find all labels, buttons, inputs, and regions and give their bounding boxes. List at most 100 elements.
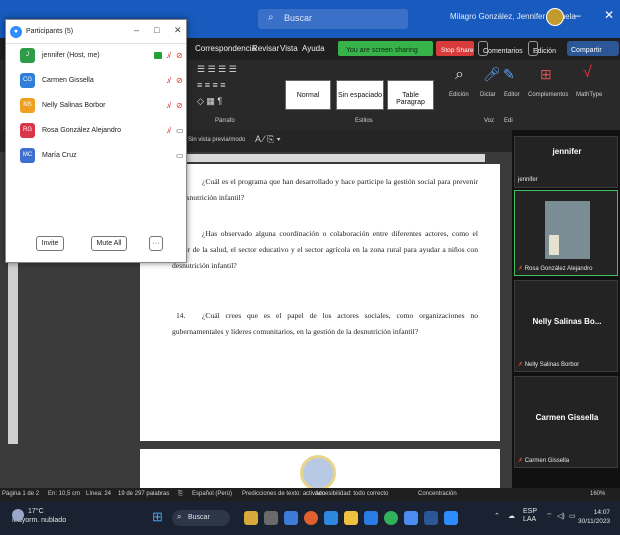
tab-ayuda[interactable]: Ayuda <box>302 44 325 53</box>
editing-group-label[interactable]: Edición <box>449 92 469 98</box>
invite-button[interactable]: Invite <box>36 236 64 251</box>
taskbar-app-icon[interactable] <box>364 511 378 525</box>
font-color-icon[interactable]: A ⁄ ⎘ ▾ <box>255 134 281 145</box>
word-icon[interactable] <box>424 511 438 525</box>
taskbar-app-icon[interactable] <box>304 511 318 525</box>
bullets-icon[interactable]: ☰ ☰ ☰ ☰ <box>197 64 237 75</box>
question-14-text: ¿Cuál crees que es el papel de los actor… <box>172 311 478 336</box>
status-language[interactable]: Español (Perú) <box>192 491 232 497</box>
weather-widget[interactable]: 17°C Mayorm. nublado <box>12 507 66 525</box>
tray-chevron-icon[interactable]: ⌃ <box>494 512 500 520</box>
find-icon[interactable]: ⌕ <box>455 66 464 84</box>
style-normal[interactable]: Normal <box>285 80 331 110</box>
editor-label[interactable]: Editor <box>504 92 520 98</box>
question-14[interactable]: 14. ¿Cuál crees que es el papel de los ac… <box>172 308 478 340</box>
account-avatar[interactable] <box>546 8 564 26</box>
whatsapp-icon[interactable] <box>384 511 398 525</box>
shading-icon[interactable]: ◇ ▦ ¶ <box>197 96 222 107</box>
participant-row[interactable]: CG Carmen Gissella ♪̸ ⊘ <box>6 69 186 94</box>
chrome-icon[interactable] <box>404 511 418 525</box>
tile-name-small: jennifer <box>518 177 538 183</box>
stop-share-button[interactable]: Stop Share <box>436 41 474 56</box>
dictate-icon[interactable]: 🎤︎ <box>483 66 501 83</box>
mathtype-icon[interactable]: √ <box>583 64 592 82</box>
participant-row[interactable]: J jennifer (Host, me) ♪̸ ⊘ <box>6 44 186 69</box>
status-line[interactable]: Línea: 24 <box>86 491 111 497</box>
word-status-bar: Página 1 de 2 En: 10,5 cm Línea: 24 19 d… <box>0 488 620 501</box>
mic-muted-icon: ♪̸ <box>166 101 170 110</box>
tile-name-small: ✗ Nelly Salinas Borbor <box>518 361 579 368</box>
taskbar-app-icon[interactable] <box>244 511 258 525</box>
panel-close-button[interactable]: ✕ <box>174 25 182 36</box>
dictate-label[interactable]: Dictar <box>480 92 496 98</box>
zoom-icon[interactable] <box>444 511 458 525</box>
participant-row[interactable]: MC María Cruz ▭ <box>6 144 186 169</box>
video-tile-carmen[interactable]: Carmen Gissella ✗ Carmen Gissella <box>514 376 618 468</box>
mic-muted-icon[interactable]: ♪̸ <box>166 51 170 60</box>
participant-row[interactable]: RG Rosa González Alejandro ♪̸ ▭ <box>6 119 186 144</box>
windows-taskbar: 17°C Mayorm. nublado ⊞ ⌕ Buscar ⌃ ☁ ESP L… <box>0 501 620 535</box>
editing-label: Edición <box>533 48 556 55</box>
tab-revisar[interactable]: Revisar <box>252 44 279 53</box>
battery-icon[interactable]: ▭ <box>569 512 576 520</box>
comments-button[interactable]: Comentarios <box>478 41 523 56</box>
style-table-paragraph[interactable]: Table Paragrap <box>387 80 434 110</box>
participant-row[interactable]: NS Nelly Salinas Borbor ♪̸ ⊘ <box>6 94 186 119</box>
tile-name-text: Rosa González Alejandro <box>524 266 593 272</box>
taskbar-app-icon[interactable] <box>284 511 298 525</box>
status-position[interactable]: En: 10,5 cm <box>48 491 80 497</box>
video-off-icon[interactable]: ⊘ <box>176 51 183 60</box>
addins-label[interactable]: Complementos <box>528 92 568 98</box>
participants-header: ● Participants (5) – □ ✕ <box>6 20 186 44</box>
system-clock[interactable]: 14:07 30/11/2023 <box>578 508 610 526</box>
word-search-box[interactable]: ⌕ Buscar <box>258 9 408 29</box>
question-13[interactable]: 13.¿Has observado alguna coordinación o … <box>172 226 478 274</box>
proofing-icon[interactable]: ⎘ <box>178 491 183 498</box>
status-words[interactable]: 19 de 297 palabras <box>118 491 169 497</box>
style-sin-espaciado[interactable]: Sin espaciado <box>336 80 384 110</box>
screen-sharing-banner[interactable]: You are screen sharing <box>338 41 433 56</box>
volume-icon[interactable]: ◁) <box>557 512 565 520</box>
status-page[interactable]: Página 1 de 2 <box>2 491 39 497</box>
status-accessibility[interactable]: Accesibilidad: todo correcto <box>315 491 388 497</box>
mute-all-button[interactable]: Mute All <box>91 236 127 251</box>
panel-maximize-button[interactable]: □ <box>154 25 159 35</box>
comments-label: Comentarios <box>483 48 523 55</box>
tab-correspondencia[interactable]: Correspondencia <box>195 44 256 53</box>
document-page-2[interactable] <box>140 449 500 491</box>
mathtype-label[interactable]: MathType <box>576 92 602 98</box>
editing-mode-button[interactable]: Edición <box>528 41 556 56</box>
align-icon[interactable]: ≡ ≡ ≡ ≡ <box>197 80 226 90</box>
taskbar-app-icon[interactable] <box>344 511 358 525</box>
more-options-button[interactable]: ··· <box>149 236 163 251</box>
tab-vista[interactable]: Vista <box>280 44 298 53</box>
status-zoom[interactable]: 160% <box>590 491 605 497</box>
taskbar-app-icon[interactable] <box>264 511 278 525</box>
mic-muted-icon: ♪̸ <box>166 76 170 85</box>
status-focus[interactable]: Concentración <box>418 491 457 497</box>
format-hint[interactable]: Sin vista previa/modo <box>188 137 245 143</box>
mic-muted-icon: ✗ <box>518 458 524 464</box>
status-predictions[interactable]: Predicciones de texto: activado <box>242 491 325 497</box>
wifi-icon[interactable]: ⌔ <box>546 512 553 521</box>
video-tile-nelly[interactable]: Nelly Salinas Bo... ✗ Nelly Salinas Borb… <box>514 280 618 372</box>
question-12-text: ¿Cuál es el programa que han desarrollad… <box>172 177 478 202</box>
editor-icon[interactable]: ✎ <box>503 66 515 83</box>
taskbar-search[interactable]: ⌕ Buscar <box>172 510 230 526</box>
university-seal-logo <box>300 455 336 491</box>
document-page[interactable]: 12.¿Cuál es el programa que han desarrol… <box>140 164 500 441</box>
windows-start-icon[interactable]: ⊞ <box>152 509 163 525</box>
share-button[interactable]: Compartir <box>567 41 619 56</box>
style-table-paragraph-label: Table Paragrap <box>396 92 425 106</box>
panel-minimize-button[interactable]: – <box>134 25 139 35</box>
video-tile-rosa[interactable]: ✗ Rosa González Alejandro <box>514 190 618 276</box>
close-button[interactable]: ✕ <box>604 8 614 22</box>
addins-icon[interactable]: ⊞ <box>540 66 552 83</box>
cloud-tray-icon[interactable]: ☁ <box>508 512 515 520</box>
minimize-button[interactable]: – <box>574 8 581 22</box>
avatar: RG <box>20 123 35 138</box>
question-12[interactable]: 12.¿Cuál es el programa que han desarrol… <box>172 174 478 206</box>
video-tile-jennifer[interactable]: jennifer jennifer <box>514 136 618 188</box>
taskbar-app-icon[interactable] <box>324 511 338 525</box>
language-indicator[interactable]: ESP LAA <box>523 508 537 524</box>
